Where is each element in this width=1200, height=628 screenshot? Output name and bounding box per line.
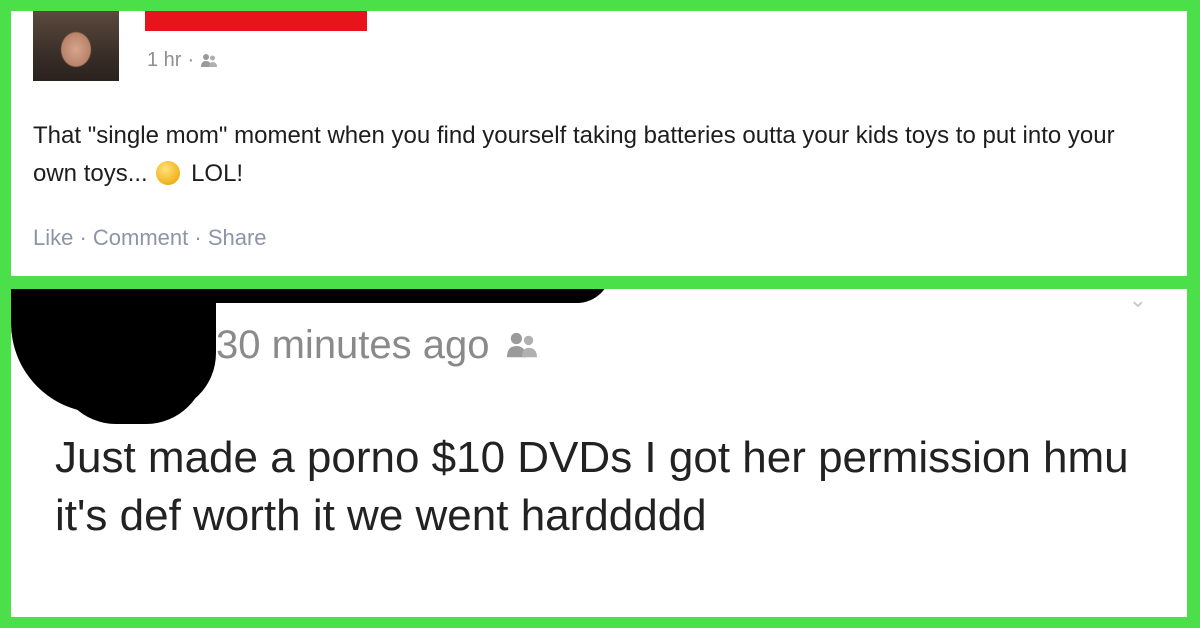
post-meta: 30 minutes ago bbox=[216, 323, 540, 368]
top-post-card: 1 hr · That "single mom" moment when you… bbox=[11, 11, 1187, 276]
post-time[interactable]: 1 hr bbox=[147, 49, 181, 72]
redaction-mark bbox=[56, 359, 206, 424]
friends-icon[interactable] bbox=[200, 53, 218, 69]
post-actions[interactable]: Like · Comment · Share bbox=[33, 225, 267, 251]
redacted-name-bar bbox=[145, 11, 367, 31]
friends-icon[interactable] bbox=[504, 331, 540, 361]
post-text: That "single mom" moment when you find y… bbox=[33, 117, 1153, 193]
avatar[interactable] bbox=[33, 11, 119, 81]
post-text: Just made a porno $10 DVDs I got her per… bbox=[55, 433, 1129, 540]
laughing-emoji-icon bbox=[156, 161, 181, 185]
post-time[interactable]: 30 minutes ago bbox=[216, 323, 490, 368]
chevron-down-icon[interactable]: ⌄ bbox=[1129, 289, 1147, 313]
meta-separator: · bbox=[187, 49, 195, 71]
post-text-lol: LOL! bbox=[191, 160, 244, 187]
post-meta: 1 hr · bbox=[147, 49, 218, 72]
bottom-post-card: ⌄ 30 minutes ago Just made a porno $10 D… bbox=[11, 289, 1187, 617]
